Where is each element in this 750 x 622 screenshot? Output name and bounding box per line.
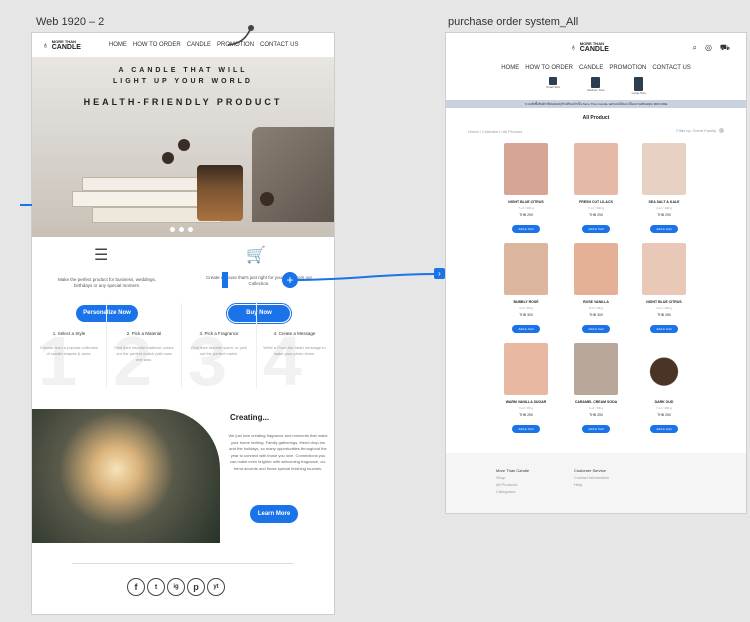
nav-how-to-order[interactable]: HOW TO ORDER	[525, 65, 573, 71]
product-image[interactable]	[642, 143, 686, 195]
product-size: 6 oz / 80 g	[588, 406, 603, 410]
product-price: THB 300	[519, 313, 533, 317]
footer-link[interactable]: Contact Information	[574, 474, 609, 481]
product-card[interactable]: CARAMEL CREAM SODA 6 oz / 80 g THB 250 A…	[566, 343, 626, 435]
size-option-medium[interactable]: Medium Size	[587, 77, 605, 95]
product-card[interactable]: NIGHT BLUE CITRUS 4 oz / 100 g THB 280 A…	[634, 243, 694, 335]
product-name[interactable]: ROSE VANILLA	[566, 300, 626, 304]
shop-nav: HOME HOW TO ORDER CANDLE PROMOTION CONTA…	[446, 65, 746, 71]
product-card[interactable]: BUBBLY ROSÉ 4 oz / 80 g THB 300 Add to C…	[496, 243, 556, 335]
cart-icon[interactable]: ⛟	[720, 43, 730, 53]
product-size: 8 oz / 80 g	[588, 306, 603, 310]
footer-link[interactable]: Categories	[496, 488, 529, 495]
all-product-title: All Product	[582, 115, 610, 121]
nav-candle[interactable]: CANDLE	[579, 65, 603, 71]
size-label: Small Size	[546, 85, 561, 89]
product-name[interactable]: NIGHT BLUE CITRUS	[634, 300, 694, 304]
product-image[interactable]	[574, 143, 618, 195]
product-size: 7 oz / 200 g	[588, 206, 604, 210]
shop-page-frame: ♁ MORE THAN CANDLE ⌕ ◎ ⛟ HOME HOW TO ORDE…	[446, 33, 746, 513]
product-card[interactable]: DARK OUD 7 oz / 200 g THB 250 Add to Car…	[634, 343, 694, 435]
add-to-cart-button[interactable]: Add to Cart	[512, 225, 540, 233]
product-price: THB 290	[519, 213, 533, 217]
search-icon[interactable]: ⌕	[692, 43, 696, 53]
nav-home[interactable]: HOME	[501, 65, 519, 71]
product-image[interactable]	[574, 343, 618, 395]
product-card[interactable]: WARM VANILLA SUGAR 3 oz / 80 g THB 250 A…	[496, 343, 556, 435]
product-price: THB 250	[657, 413, 671, 417]
product-price: THB 290	[657, 213, 671, 217]
info-banner: ระบบสั่งซื้อสินค้าเทียนหอมธุรกิจเทียนเจ้…	[446, 100, 746, 108]
add-to-cart-button[interactable]: Add to Cart	[512, 325, 540, 333]
footer-heading: More Than Candle	[496, 468, 530, 473]
product-price: THB 280	[657, 313, 671, 317]
chevron-up-icon	[719, 128, 724, 133]
footer-link[interactable]: Shop	[496, 474, 529, 481]
product-name[interactable]: SEA SALT & KALE	[634, 200, 694, 204]
product-card[interactable]: FRESH CUT LILACS 7 oz / 200 g THB 290 Ad…	[566, 143, 626, 235]
product-name[interactable]: WARM VANILLA SUGAR	[496, 400, 556, 404]
product-image[interactable]	[504, 343, 548, 395]
product-image[interactable]	[504, 143, 548, 195]
product-price: THB 250	[519, 413, 533, 417]
product-image[interactable]	[504, 243, 548, 295]
product-size: 4 oz / 80 g	[518, 306, 533, 310]
product-size: 3 oz / 80 g	[518, 406, 533, 410]
product-name[interactable]: NIGHT BLUE CITRUS	[496, 200, 556, 204]
product-name[interactable]: DARK OUD	[634, 400, 694, 404]
candle-logo-icon: ♁	[570, 42, 577, 52]
account-icon[interactable]: ◎	[705, 43, 712, 53]
product-size: 4 oz / 100 g	[656, 306, 672, 310]
size-selector: Small Size Medium Size Large Size	[546, 77, 646, 95]
connector-handle-icon[interactable]	[222, 272, 228, 288]
size-option-small[interactable]: Small Size	[546, 77, 560, 95]
add-to-cart-button[interactable]: Add to Cart	[650, 225, 678, 233]
footer-col-service: Customer Service Contact Information Hel…	[574, 467, 609, 488]
filter-dropdown[interactable]: Filter by: Scent Family	[676, 128, 724, 133]
product-card[interactable]: ROSE VANILLA 8 oz / 80 g THB 300 Add to …	[566, 243, 626, 335]
brand-line2: CANDLE	[579, 46, 609, 53]
header-icons: ⌕ ◎ ⛟	[692, 43, 730, 53]
add-to-cart-button[interactable]: Add to Cart	[512, 425, 540, 433]
nav-contact-us[interactable]: CONTACT US	[652, 65, 690, 71]
size-option-large[interactable]: Large Size	[632, 77, 646, 95]
add-to-cart-button[interactable]: Add to Cart	[582, 425, 610, 433]
filter-label: Filter by: Scent Family	[676, 128, 716, 133]
shop-footer: More Than Candle Shop All Products Categ…	[446, 453, 746, 513]
product-size: 4 oz / 100 g	[656, 206, 672, 210]
product-price: THB 250	[589, 413, 603, 417]
product-name[interactable]: FRESH CUT LILACS	[566, 200, 626, 204]
product-image[interactable]	[642, 243, 686, 295]
product-size: 7 oz / 200 g	[656, 406, 672, 410]
product-price: THB 300	[589, 313, 603, 317]
product-name[interactable]: CARAMEL CREAM SODA	[566, 400, 626, 404]
add-to-cart-button[interactable]: Add to Cart	[582, 225, 610, 233]
footer-heading: Customer Service	[574, 468, 606, 473]
connector-arrow-icon[interactable]: ›	[434, 268, 445, 279]
add-to-cart-button[interactable]: Add to Cart	[582, 325, 610, 333]
footer-col-brand: More Than Candle Shop All Products Categ…	[496, 467, 529, 495]
footer-link[interactable]: All Products	[496, 481, 529, 488]
breadcrumb[interactable]: Home / Collection / All Product	[468, 129, 522, 134]
size-label: Medium Size	[587, 88, 605, 92]
product-card[interactable]: NIGHT BLUE CITRUS 7 oz / 200 g THB 290 A…	[496, 143, 556, 235]
add-to-cart-button[interactable]: Add to Cart	[650, 425, 678, 433]
product-price: THB 290	[589, 213, 603, 217]
product-name[interactable]: BUBBLY ROSÉ	[496, 300, 556, 304]
product-image[interactable]	[574, 243, 618, 295]
product-size: 7 oz / 200 g	[518, 206, 534, 210]
add-to-cart-button[interactable]: Add to Cart	[650, 325, 678, 333]
brand-logo[interactable]: ♁ MORE THAN CANDLE	[570, 41, 609, 53]
product-card[interactable]: SEA SALT & KALE 4 oz / 100 g THB 290 Add…	[634, 143, 694, 235]
size-label: Large Size	[631, 91, 646, 95]
footer-link[interactable]: Help	[574, 481, 609, 488]
product-image[interactable]	[642, 343, 686, 395]
nav-promotion[interactable]: PROMOTION	[609, 65, 646, 71]
connector-plus-icon[interactable]: +	[282, 272, 298, 288]
